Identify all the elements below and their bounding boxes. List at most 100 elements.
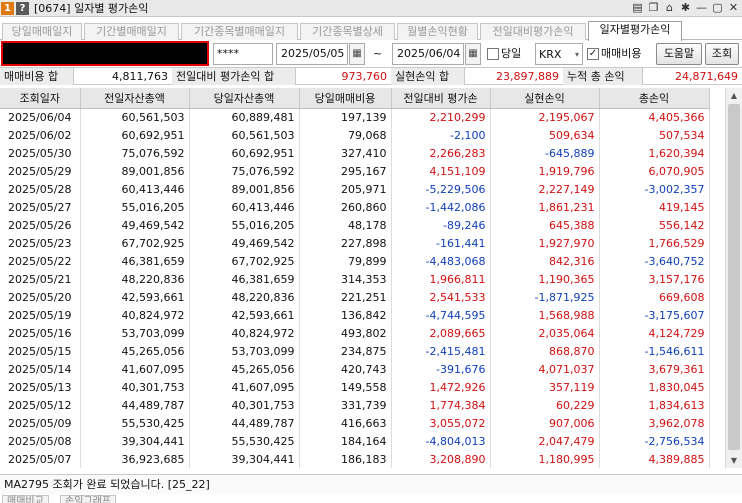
table-cell: 2025/05/15 — [0, 342, 81, 361]
table-cell: 1,190,365 — [490, 270, 600, 289]
tab-2[interactable]: 기간별매매일지 — [84, 23, 179, 40]
table-row[interactable]: 2025/05/29 89,001,856 75,076,592 295,167 4,1… — [0, 162, 710, 181]
table-cell: 67,702,925 — [189, 252, 300, 271]
table-row[interactable]: 2025/05/23 67,702,925 49,469,542 227,898 -16… — [0, 234, 710, 253]
table-row[interactable]: 2025/05/27 55,016,205 60,413,446 260,860 -1,… — [0, 198, 710, 217]
table-row[interactable]: 2025/05/21 48,220,836 46,381,659 314,353 1,9… — [0, 270, 710, 289]
column-header[interactable]: 전일자산총액 — [80, 88, 190, 109]
table-row[interactable]: 2025/05/20 42,593,661 48,220,836 221,251 2,5… — [0, 288, 710, 307]
window-icon[interactable]: ❐ — [647, 1, 660, 14]
column-header[interactable]: 당일자산총액 — [189, 88, 300, 109]
tab-3[interactable]: 기간종목별매매일지 — [181, 23, 298, 40]
help-button[interactable]: 도움말 — [656, 43, 702, 65]
table-row[interactable]: 2025/05/09 55,530,425 44,489,787 416,663 3,0… — [0, 414, 710, 433]
table-row[interactable]: 2025/05/07 36,923,685 39,304,441 186,183 3,2… — [0, 450, 710, 468]
table-cell: 1,180,995 — [490, 450, 600, 468]
table-row[interactable]: 2025/05/14 41,607,095 45,265,056 420,743 -39… — [0, 360, 710, 379]
table-row[interactable]: 2025/05/08 39,304,441 55,530,425 184,164 -4,… — [0, 432, 710, 451]
tab-6[interactable]: 전일대비평가손익 — [480, 23, 586, 40]
help-icon[interactable]: ? — [16, 1, 29, 15]
query-button[interactable]: 조회 — [705, 43, 739, 65]
column-header[interactable]: 전일대비 평가손 — [391, 88, 491, 109]
realized-value: 23,897,889 — [496, 70, 559, 83]
exchange-select[interactable]: KRX ▾ — [535, 43, 583, 65]
column-header[interactable]: 총손익 — [599, 88, 710, 109]
checkbox-icon[interactable]: ✓ — [587, 48, 599, 60]
scroll-thumb[interactable] — [728, 104, 740, 450]
end-date-input[interactable]: 2025/06/04 — [392, 43, 464, 65]
column-header[interactable]: 실현손익 — [490, 88, 600, 109]
table-row[interactable]: 2025/06/02 60,692,951 60,561,503 79,068 -2,1… — [0, 126, 710, 145]
table-cell: 556,142 — [599, 216, 710, 235]
table-cell: 41,607,095 — [189, 378, 300, 397]
table-row[interactable]: 2025/05/16 53,703,099 40,824,972 493,802 2,0… — [0, 324, 710, 343]
column-header[interactable]: 조회일자 — [0, 88, 81, 109]
table-cell: 4,405,366 — [599, 108, 710, 127]
tab-1[interactable]: 당일매매일지 — [2, 23, 82, 40]
password-input[interactable]: **** — [213, 43, 273, 65]
table-cell: 55,530,425 — [189, 432, 300, 451]
minimize-icon[interactable]: — — [695, 1, 708, 14]
fee-checkbox[interactable]: ✓ 매매비용 — [587, 43, 641, 65]
table-row[interactable]: 2025/06/04 60,561,503 60,889,481 197,139 2,2… — [0, 108, 710, 127]
table-row[interactable]: 2025/05/30 75,076,592 60,692,951 327,410 2,2… — [0, 144, 710, 163]
table-cell: 2025/05/26 — [0, 216, 81, 235]
today-label: 당일 — [501, 47, 522, 60]
table-cell: 42,593,661 — [189, 306, 300, 325]
table-cell: 60,889,481 — [189, 108, 300, 127]
tab-5[interactable]: 월별손익현황 — [397, 23, 478, 40]
table-cell: 1,774,384 — [391, 396, 491, 415]
tab-4[interactable]: 기간종목별상세 — [300, 23, 395, 40]
table-cell: 48,220,836 — [80, 270, 190, 289]
scroll-up-icon[interactable]: ▲ — [726, 88, 742, 103]
bottom-tab[interactable]: 손익그래프 — [60, 495, 116, 503]
table-cell: 75,076,592 — [80, 144, 190, 163]
gear-icon[interactable]: ✱ — [679, 1, 692, 14]
table-cell: 1,830,045 — [599, 378, 710, 397]
vertical-scrollbar[interactable]: ▲ ▼ — [725, 88, 742, 468]
table-cell: 2025/05/23 — [0, 234, 81, 253]
table-row[interactable]: 2025/05/28 60,413,446 89,001,856 205,971 -5,… — [0, 180, 710, 199]
table-cell: 45,265,056 — [189, 360, 300, 379]
table-cell: 2,541,533 — [391, 288, 491, 307]
table-row[interactable]: 2025/05/15 45,265,056 53,703,099 234,875 -2,… — [0, 342, 710, 361]
table-row[interactable]: 2025/05/19 40,824,972 42,593,661 136,842 -4,… — [0, 306, 710, 325]
table-row[interactable]: 2025/05/26 49,469,542 55,016,205 48,178 -89,… — [0, 216, 710, 235]
table-cell: 79,068 — [299, 126, 392, 145]
table-cell: -1,442,086 — [391, 198, 491, 217]
window-number-badge[interactable]: 1 — [1, 1, 14, 15]
checkbox-icon[interactable] — [487, 48, 499, 60]
table-row[interactable]: 2025/05/13 40,301,753 41,607,095 149,558 1,4… — [0, 378, 710, 397]
table-cell: 2025/05/12 — [0, 396, 81, 415]
table-cell: 2,266,283 — [391, 144, 491, 163]
date-range-separator: ~ — [373, 47, 383, 60]
account-field-redacted[interactable] — [1, 41, 209, 66]
table-cell: 493,802 — [299, 324, 392, 343]
end-calendar-icon[interactable]: ▦ — [465, 43, 481, 65]
column-header[interactable]: 당일매매비용 — [299, 88, 392, 109]
bottom-tab[interactable]: 매매비교 — [2, 495, 49, 503]
table-row[interactable]: 2025/05/22 46,381,659 67,702,925 79,899 -4,4… — [0, 252, 710, 271]
scroll-down-icon[interactable]: ▼ — [726, 453, 742, 468]
table-row[interactable]: 2025/05/12 44,489,787 40,301,753 331,739 1,7… — [0, 396, 710, 415]
table-cell: 1,927,970 — [490, 234, 600, 253]
start-calendar-icon[interactable]: ▦ — [349, 43, 365, 65]
tab-7[interactable]: 일자별평가손익 — [588, 21, 682, 41]
table-cell: 669,608 — [599, 288, 710, 307]
restore-icon[interactable]: ▢ — [711, 1, 724, 14]
table-cell: 60,561,503 — [80, 108, 190, 127]
table-cell: 2025/05/19 — [0, 306, 81, 325]
table-cell: 40,824,972 — [80, 306, 190, 325]
table-cell: 1,620,394 — [599, 144, 710, 163]
table-cell: 3,679,361 — [599, 360, 710, 379]
close-icon[interactable]: ✕ — [727, 1, 740, 14]
list-icon[interactable]: ▤ — [631, 1, 644, 14]
table-cell: 41,607,095 — [80, 360, 190, 379]
table-cell: -3,640,752 — [599, 252, 710, 271]
camera-icon[interactable]: ⌂ — [663, 1, 676, 14]
fee-label: 매매비용 — [601, 47, 642, 60]
table-cell: 842,316 — [490, 252, 600, 271]
table-cell: 314,353 — [299, 270, 392, 289]
today-checkbox[interactable]: 당일 — [487, 43, 521, 65]
start-date-input[interactable]: 2025/05/05 — [276, 43, 348, 65]
